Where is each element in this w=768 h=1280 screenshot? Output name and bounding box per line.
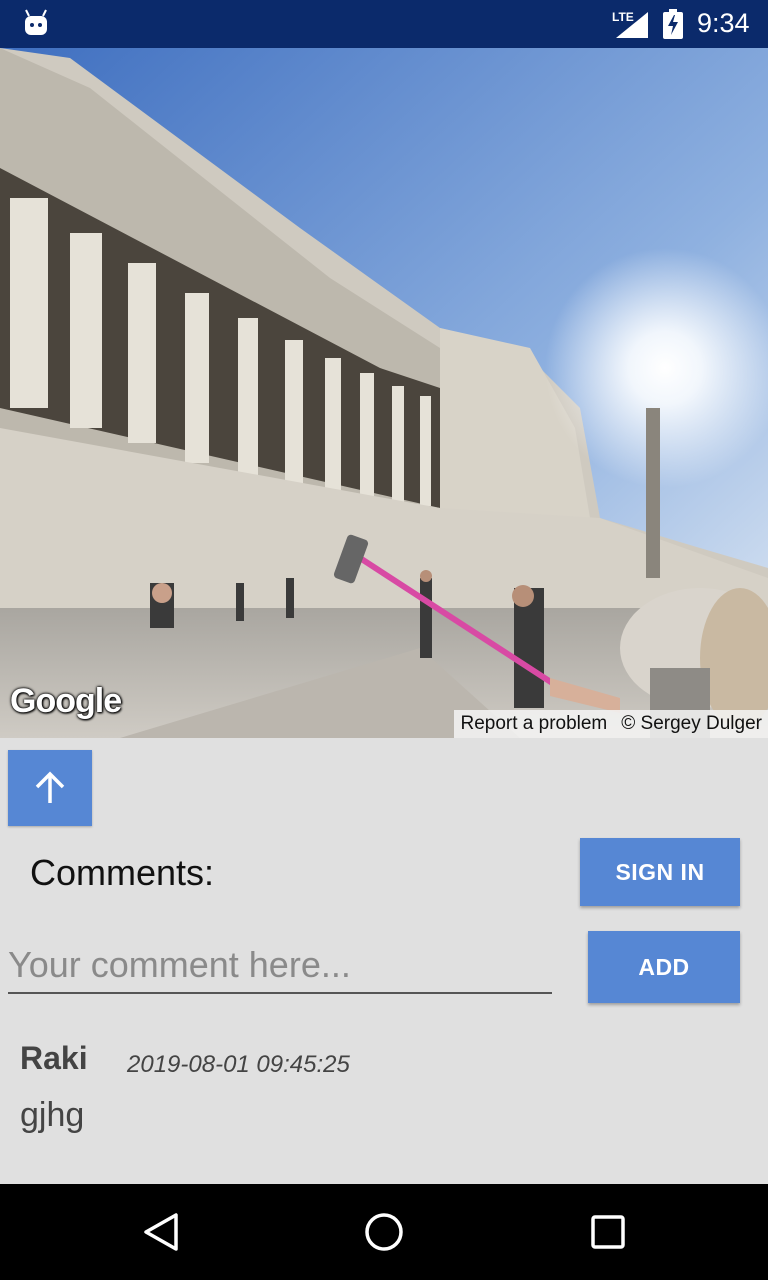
comment-text: gjhg — [20, 1096, 85, 1134]
status-bar: LTE 9:34 — [0, 0, 768, 48]
street-view-panorama[interactable]: Google Report a problem © Sergey Dulger — [0, 48, 768, 738]
add-comment-button[interactable]: ADD — [588, 931, 740, 1003]
panorama-image — [0, 48, 768, 738]
back-icon[interactable] — [142, 1212, 180, 1252]
google-logo: Google — [10, 682, 122, 720]
comments-heading: Comments: — [30, 852, 215, 893]
comment-author: Raki — [20, 1040, 88, 1076]
report-problem-link[interactable]: Report a problem — [454, 713, 615, 735]
home-icon[interactable] — [364, 1212, 404, 1252]
attribution-bar: Report a problem © Sergey Dulger — [454, 710, 768, 738]
signal-icon — [616, 12, 648, 38]
recents-icon[interactable] — [591, 1215, 625, 1249]
clock: 9:34 — [697, 8, 750, 38]
comment-input[interactable] — [8, 938, 552, 994]
android-icon — [25, 9, 47, 35]
copyright-text: © Sergey Dulger — [621, 713, 762, 734]
arrow-up-icon — [35, 771, 65, 803]
battery-charging-icon — [663, 9, 683, 39]
scroll-up-button[interactable] — [8, 750, 92, 826]
comment-timestamp: 2019-08-01 09:45:25 — [127, 1051, 350, 1078]
sign-in-button[interactable]: SIGN IN — [580, 838, 740, 906]
navigation-bar — [0, 1184, 768, 1280]
